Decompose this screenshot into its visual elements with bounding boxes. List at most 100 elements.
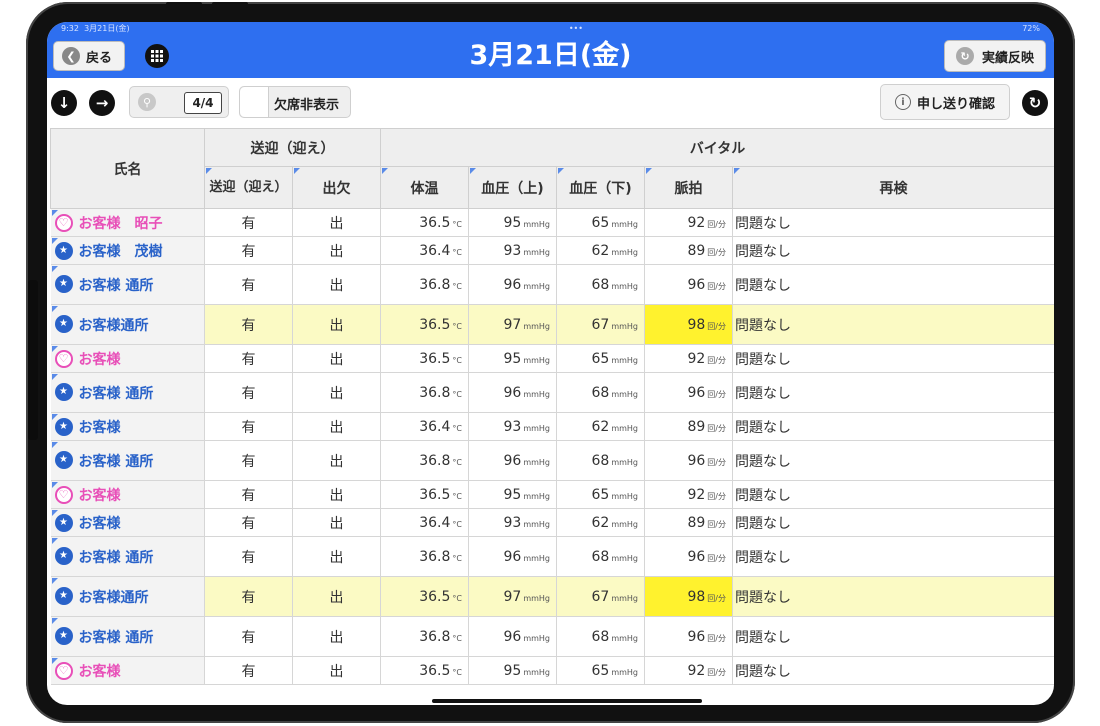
- header-bp-high[interactable]: 血圧（上): [468, 166, 557, 209]
- cell-pickup[interactable]: 有: [204, 344, 293, 373]
- cell-attendance[interactable]: 出: [292, 536, 381, 577]
- cell-name[interactable]: ♡ お客様: [50, 480, 205, 509]
- cell-attendance[interactable]: 出: [292, 236, 381, 265]
- cell-pickup[interactable]: 有: [204, 616, 293, 657]
- table-row[interactable]: ★ お客様通所有出 36.5 °C 97 mmHg 67 mmHg 98 回/分 問題なし: [50, 576, 1054, 617]
- cell-attendance[interactable]: 出: [292, 304, 381, 345]
- cell-attendance[interactable]: 出: [292, 372, 381, 413]
- cell-bp-high[interactable]: 96 mmHg: [468, 264, 557, 305]
- cell-temp[interactable]: 36.5 °C: [380, 480, 469, 509]
- cell-bp-high[interactable]: 95 mmHg: [468, 480, 557, 509]
- table-row[interactable]: ♡ お客様有出 36.5 °C 95 mmHg 65 mmHg 92 回/分 問題なし: [50, 656, 1054, 685]
- cell-bp-high[interactable]: 96 mmHg: [468, 440, 557, 481]
- cell-pickup[interactable]: 有: [204, 236, 293, 265]
- cell-recheck[interactable]: 問題なし: [732, 508, 1054, 537]
- cell-bp-low[interactable]: 62 mmHg: [556, 236, 645, 265]
- cell-pulse[interactable]: 98 回/分: [644, 304, 733, 345]
- cell-name[interactable]: ♡ お客様: [50, 344, 205, 373]
- cell-pickup[interactable]: 有: [204, 412, 293, 441]
- table-row[interactable]: ★ お客様 通所有出 36.8 °C 96 mmHg 68 mmHg 96 回/分 問題なし: [50, 264, 1054, 305]
- cell-pulse[interactable]: 92 回/分: [644, 344, 733, 373]
- cell-pickup[interactable]: 有: [204, 480, 293, 509]
- header-name[interactable]: 氏名: [50, 128, 205, 209]
- cell-bp-low[interactable]: 65 mmHg: [556, 344, 645, 373]
- table-row[interactable]: ★ お客様 通所有出 36.8 °C 96 mmHg 68 mmHg 96 回/分 問題なし: [50, 616, 1054, 657]
- cell-attendance[interactable]: 出: [292, 344, 381, 373]
- cell-attendance[interactable]: 出: [292, 576, 381, 617]
- cell-bp-low[interactable]: 65 mmHg: [556, 208, 645, 237]
- cell-recheck[interactable]: 問題なし: [732, 576, 1054, 617]
- cell-bp-high[interactable]: 93 mmHg: [468, 508, 557, 537]
- cell-recheck[interactable]: 問題なし: [732, 344, 1054, 373]
- header-bp-low[interactable]: 血圧（下): [556, 166, 645, 209]
- cell-temp[interactable]: 36.5 °C: [380, 208, 469, 237]
- header-recheck[interactable]: 再検: [731, 166, 1054, 209]
- cell-bp-low[interactable]: 68 mmHg: [556, 372, 645, 413]
- cell-bp-high[interactable]: 97 mmHg: [468, 576, 557, 617]
- cell-recheck[interactable]: 問題なし: [732, 412, 1054, 441]
- cell-bp-low[interactable]: 68 mmHg: [556, 616, 645, 657]
- cell-pickup[interactable]: 有: [204, 656, 293, 685]
- table-row[interactable]: ★ お客様 茂樹有出 36.4 °C 93 mmHg 62 mmHg 89 回/分 問題なし: [50, 236, 1054, 265]
- cell-bp-low[interactable]: 67 mmHg: [556, 576, 645, 617]
- cell-recheck[interactable]: 問題なし: [732, 264, 1054, 305]
- cell-recheck[interactable]: 問題なし: [732, 236, 1054, 265]
- cell-pickup[interactable]: 有: [204, 508, 293, 537]
- header-pulse[interactable]: 脈拍: [644, 166, 733, 209]
- cell-bp-low[interactable]: 62 mmHg: [556, 508, 645, 537]
- cell-bp-high[interactable]: 97 mmHg: [468, 304, 557, 345]
- cell-attendance[interactable]: 出: [292, 208, 381, 237]
- cell-temp[interactable]: 36.5 °C: [380, 304, 469, 345]
- cell-pulse[interactable]: 92 回/分: [644, 480, 733, 509]
- cell-pickup[interactable]: 有: [204, 440, 293, 481]
- cell-bp-high[interactable]: 96 mmHg: [468, 536, 557, 577]
- table-row[interactable]: ★ お客様有出 36.4 °C 93 mmHg 62 mmHg 89 回/分 問題なし: [50, 412, 1054, 441]
- cell-temp[interactable]: 36.8 °C: [380, 264, 469, 305]
- cell-temp[interactable]: 36.8 °C: [380, 536, 469, 577]
- grid-menu-button[interactable]: [145, 44, 169, 68]
- cell-name[interactable]: ★ お客様 通所: [50, 372, 205, 413]
- cell-pickup[interactable]: 有: [204, 304, 293, 345]
- cell-temp[interactable]: 36.5 °C: [380, 344, 469, 373]
- cell-pulse[interactable]: 96 回/分: [644, 536, 733, 577]
- cell-temp[interactable]: 36.5 °C: [380, 656, 469, 685]
- cell-bp-high[interactable]: 96 mmHg: [468, 372, 557, 413]
- arrow-down-button[interactable]: ↓: [51, 90, 77, 116]
- cell-temp[interactable]: 36.8 °C: [380, 616, 469, 657]
- cell-recheck[interactable]: 問題なし: [732, 536, 1054, 577]
- cell-name[interactable]: ★ お客様通所: [50, 576, 205, 617]
- cell-bp-low[interactable]: 65 mmHg: [556, 480, 645, 509]
- table-row[interactable]: ★ お客様通所有出 36.5 °C 97 mmHg 67 mmHg 98 回/分 問題なし: [50, 304, 1054, 345]
- cell-recheck[interactable]: 問題なし: [732, 304, 1054, 345]
- cell-bp-low[interactable]: 62 mmHg: [556, 412, 645, 441]
- cell-pulse[interactable]: 92 回/分: [644, 656, 733, 685]
- cell-name[interactable]: ★ お客様 通所: [50, 440, 205, 481]
- cell-name[interactable]: ★ お客様: [50, 508, 205, 537]
- cell-pulse[interactable]: 89 回/分: [644, 412, 733, 441]
- cell-attendance[interactable]: 出: [292, 656, 381, 685]
- cell-bp-low[interactable]: 67 mmHg: [556, 304, 645, 345]
- cell-bp-high[interactable]: 95 mmHg: [468, 656, 557, 685]
- cell-pickup[interactable]: 有: [204, 536, 293, 577]
- cell-temp[interactable]: 36.8 °C: [380, 372, 469, 413]
- cell-pulse[interactable]: 96 回/分: [644, 440, 733, 481]
- cell-name[interactable]: ★ お客様 茂樹: [50, 236, 205, 265]
- cell-bp-low[interactable]: 68 mmHg: [556, 440, 645, 481]
- cell-name[interactable]: ★ お客様 通所: [50, 536, 205, 577]
- cell-pulse[interactable]: 92 回/分: [644, 208, 733, 237]
- cell-attendance[interactable]: 出: [292, 412, 381, 441]
- cell-attendance[interactable]: 出: [292, 508, 381, 537]
- cell-recheck[interactable]: 問題なし: [732, 480, 1054, 509]
- header-attendance[interactable]: 出欠: [292, 166, 381, 209]
- cell-attendance[interactable]: 出: [292, 480, 381, 509]
- hide-absent-toggle[interactable]: 欠席非表示: [239, 86, 351, 118]
- cell-recheck[interactable]: 問題なし: [732, 656, 1054, 685]
- table-row[interactable]: ★ お客様 通所有出 36.8 °C 96 mmHg 68 mmHg 96 回/分 問題なし: [50, 372, 1054, 413]
- cell-name[interactable]: ♡ お客様: [50, 656, 205, 685]
- cell-recheck[interactable]: 問題なし: [732, 616, 1054, 657]
- cell-attendance[interactable]: 出: [292, 616, 381, 657]
- hide-absent-checkbox[interactable]: [240, 87, 269, 117]
- cell-pulse[interactable]: 96 回/分: [644, 372, 733, 413]
- cell-pulse[interactable]: 89 回/分: [644, 236, 733, 265]
- cell-recheck[interactable]: 問題なし: [732, 208, 1054, 237]
